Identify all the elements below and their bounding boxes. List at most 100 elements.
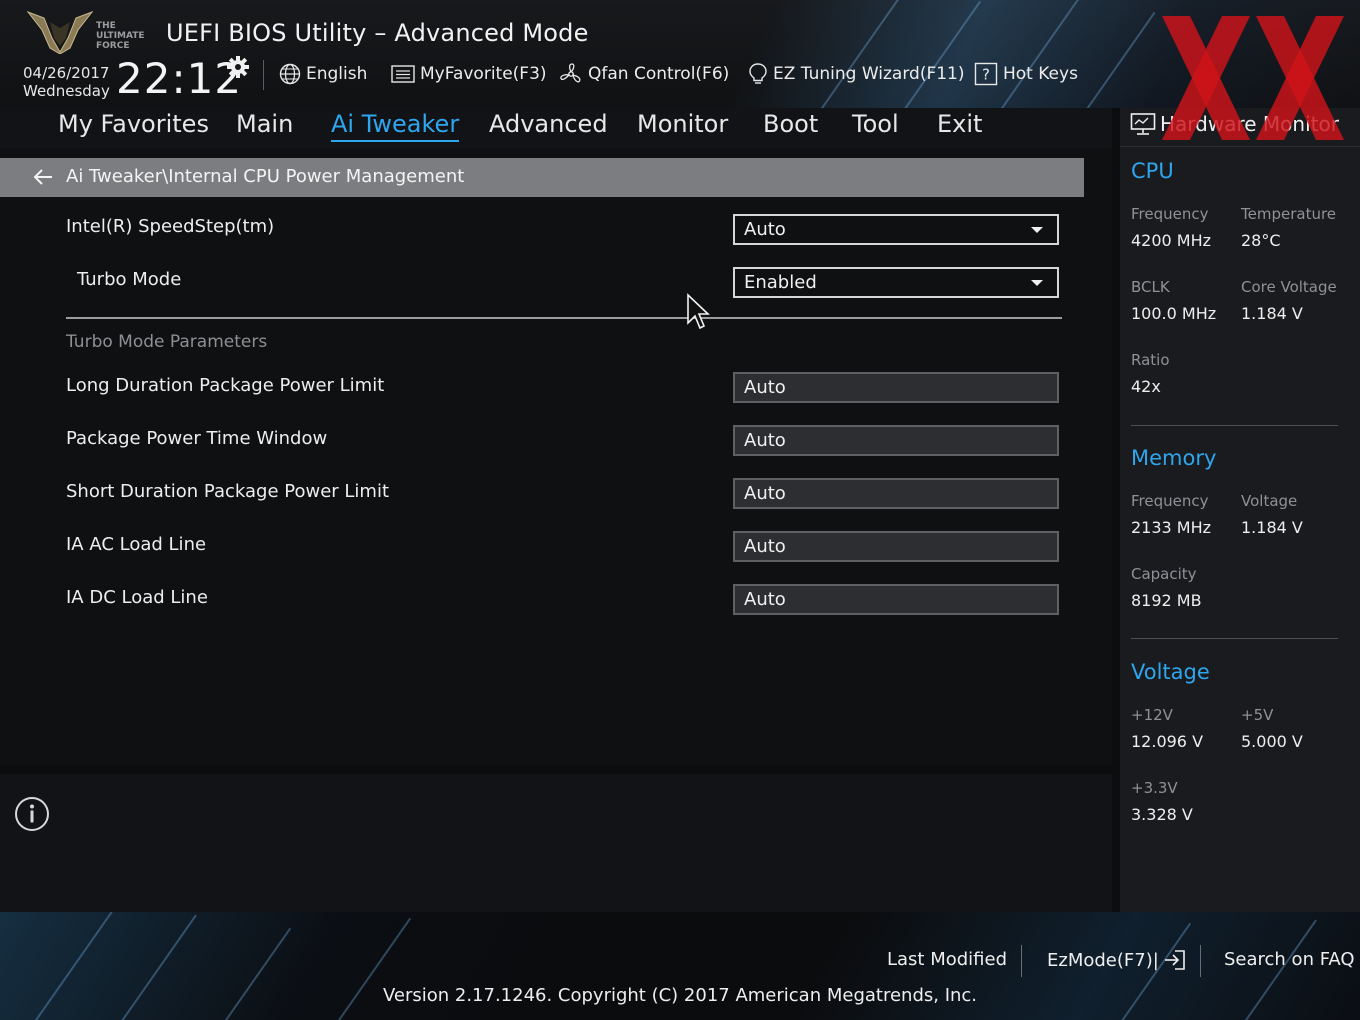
app-title: UEFI BIOS Utility – Advanced Mode (166, 19, 589, 47)
short-duration-power-limit-input[interactable]: Auto (733, 478, 1059, 509)
favorite-list-icon (391, 65, 415, 83)
breadcrumb: Ai Tweaker\Internal CPU Power Management (66, 166, 465, 187)
ratio-label: Ratio (1131, 351, 1170, 369)
header-separator (263, 60, 264, 90)
voltage-12v-label: +12V (1131, 706, 1173, 724)
fan-icon (560, 63, 581, 83)
footer-separator (1021, 945, 1022, 977)
search-faq-label: Search on FAQ (1224, 949, 1355, 970)
cpu-temperature-value: 28°C (1241, 231, 1281, 250)
weekday-text: Wednesday (23, 82, 110, 100)
bclk-label: BCLK (1131, 278, 1170, 296)
logo-line-3: FORCE (96, 41, 129, 51)
package-power-time-window-label: Package Power Time Window (66, 428, 328, 449)
package-power-time-window-value: Auto (744, 430, 786, 451)
speedstep-dropdown[interactable]: Auto (733, 214, 1059, 245)
voltage-3v3-label: +3.3V (1131, 779, 1178, 797)
voltage-12v-value: 12.096 V (1131, 732, 1204, 751)
clock-time: 22:12 (116, 54, 243, 103)
section-title: Turbo Mode Parameters (66, 332, 268, 352)
tab-boot[interactable]: Boot (763, 110, 818, 138)
date-display: 04/26/2017 Wednesday (23, 64, 110, 100)
turbo-mode-label: Turbo Mode (77, 269, 182, 290)
help-info-panel (0, 774, 1112, 912)
long-duration-power-limit-input[interactable]: Auto (733, 372, 1059, 403)
cpu-frequency-value: 4200 MHz (1131, 231, 1212, 250)
hot-keys-label: Hot Keys (1003, 64, 1078, 84)
memory-frequency-value: 2133 MHz (1131, 518, 1212, 537)
package-power-time-window-input[interactable]: Auto (733, 425, 1059, 456)
ezmode-label: EzMode(F7)| (1047, 949, 1159, 971)
header-streak (899, 0, 982, 108)
voltage-section-title: Voltage (1131, 660, 1210, 684)
voltage-5v-value: 5.000 V (1241, 732, 1303, 751)
chevron-down-icon (1031, 227, 1043, 233)
qfan-control-button[interactable]: Qfan Control(F6) (559, 60, 729, 88)
globe-icon (279, 63, 301, 85)
ia-ac-load-line-input[interactable]: Auto (733, 531, 1059, 562)
section-divider (66, 317, 1062, 319)
footer-streak (209, 927, 292, 1020)
tab-exit[interactable]: Exit (937, 110, 982, 138)
language-button[interactable]: English (279, 60, 367, 88)
header-streak (999, 0, 1087, 108)
version-copyright: Version 2.17.1246. Copyright (C) 2017 Am… (382, 985, 978, 1006)
monitor-icon (1130, 113, 1156, 135)
memory-voltage-value: 1.184 V (1241, 518, 1303, 537)
voltage-3v3-value: 3.328 V (1131, 805, 1193, 824)
cpu-temperature-label: Temperature (1241, 205, 1337, 223)
tab-tool[interactable]: Tool (852, 110, 899, 138)
ia-dc-load-line-input[interactable]: Auto (733, 584, 1059, 615)
hardware-monitor-header-divider (1120, 146, 1360, 147)
mouse-pointer-icon (687, 293, 710, 330)
myfavorite-button[interactable]: MyFavorite(F3) (391, 60, 547, 88)
long-duration-power-limit-label: Long Duration Package Power Limit (66, 375, 385, 396)
hardware-monitor-divider (1131, 425, 1338, 426)
core-voltage-label: Core Voltage (1241, 278, 1337, 296)
cpu-frequency-label: Frequency (1131, 205, 1209, 223)
ia-ac-load-line-value: Auto (744, 536, 786, 557)
search-faq-button[interactable]: Search on FAQ (1224, 949, 1355, 970)
short-duration-power-limit-value: Auto (744, 483, 786, 504)
ia-ac-load-line-label: IA AC Load Line (66, 534, 207, 555)
speedstep-label: Intel(R) SpeedStep(tm) (66, 216, 275, 237)
ratio-value: 42x (1131, 377, 1161, 396)
header-streak (1079, 11, 1156, 108)
qfan-control-label: Qfan Control(F6) (588, 64, 730, 84)
short-duration-power-limit-label: Short Duration Package Power Limit (66, 481, 390, 502)
svg-text:?: ? (982, 66, 990, 84)
tuf-logo: THE ULTIMATE FORCE (26, 10, 145, 54)
back-arrow-icon[interactable] (32, 167, 54, 187)
memory-frequency-label: Frequency (1131, 492, 1209, 510)
turbo-mode-dropdown[interactable]: Enabled (733, 267, 1059, 298)
exit-arrow-icon (1164, 950, 1185, 970)
tab-main[interactable]: Main (236, 110, 293, 138)
ez-tuning-wizard-label: EZ Tuning Wizard(F11) (773, 64, 965, 84)
tab-ai-tweaker[interactable]: Ai Tweaker (331, 110, 460, 142)
language-label: English (306, 64, 368, 84)
speedstep-value: Auto (744, 219, 786, 240)
memory-capacity-label: Capacity (1131, 565, 1197, 583)
last-modified-label: Last Modified (887, 949, 1008, 970)
question-box-icon: ? (974, 62, 998, 86)
cpu-section-title: CPU (1131, 159, 1174, 183)
date-text: 04/26/2017 (23, 64, 110, 82)
gear-icon[interactable] (226, 55, 250, 79)
last-modified-button[interactable]: Last Modified (887, 949, 1007, 970)
footer-separator (1200, 945, 1201, 977)
tab-monitor[interactable]: Monitor (637, 110, 728, 138)
chevron-down-icon (1031, 280, 1043, 286)
ezmode-button[interactable]: EzMode(F7)| (1047, 949, 1187, 971)
ia-dc-load-line-value: Auto (744, 589, 786, 610)
ez-tuning-wizard-button[interactable]: EZ Tuning Wizard(F11) (748, 60, 965, 88)
memory-section-title: Memory (1131, 446, 1217, 470)
info-icon[interactable] (14, 796, 50, 832)
hardware-monitor-divider (1131, 638, 1338, 639)
tab-advanced[interactable]: Advanced (489, 110, 608, 138)
xx-watermark-logo (1162, 16, 1344, 140)
logo-line-2: ULTIMATE (96, 31, 145, 41)
tab-my-favorites[interactable]: My Favorites (58, 110, 209, 138)
core-voltage-value: 1.184 V (1241, 304, 1303, 323)
hot-keys-button[interactable]: ? Hot Keys (974, 60, 1078, 88)
ia-dc-load-line-label: IA DC Load Line (66, 587, 208, 608)
